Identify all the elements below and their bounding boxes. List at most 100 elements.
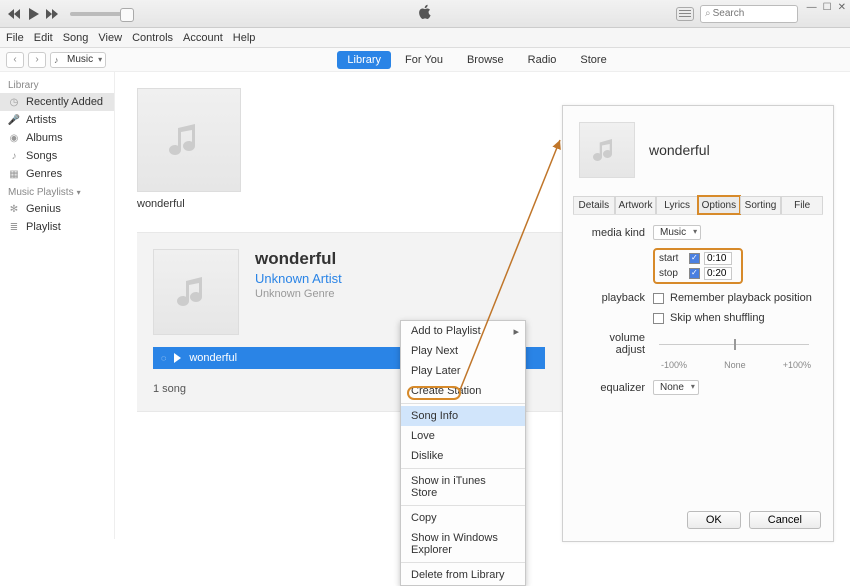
forward-button[interactable]: ›	[28, 52, 46, 68]
prev-button[interactable]	[6, 7, 24, 21]
tab-browse[interactable]: Browse	[457, 51, 514, 69]
volume-slider[interactable]	[70, 12, 134, 16]
cancel-button[interactable]: Cancel	[749, 511, 821, 529]
play-icon	[174, 353, 181, 363]
sidebar-item-label: Playlist	[26, 221, 61, 233]
info-tab-file[interactable]: File	[781, 196, 823, 214]
menu-edit[interactable]: Edit	[34, 32, 53, 44]
ctx-delete-from-library[interactable]: Delete from Library	[401, 565, 525, 585]
info-tab-details[interactable]: Details	[573, 196, 615, 214]
ctx-love[interactable]: Love	[401, 426, 525, 446]
close-button[interactable]: ✕	[838, 2, 846, 13]
ctx-copy[interactable]: Copy	[401, 508, 525, 528]
sidebar-item-genius[interactable]: ✻ Genius	[0, 200, 114, 218]
start-label: start	[659, 253, 685, 264]
stop-input[interactable]	[704, 267, 732, 280]
disc-icon: ◉	[8, 133, 20, 144]
ctx-play-later[interactable]: Play Later	[401, 361, 525, 381]
track-label: wonderful	[189, 352, 237, 364]
media-kind-select[interactable]: Music	[653, 225, 701, 240]
minimize-button[interactable]: —	[807, 2, 817, 13]
ctx-song-info[interactable]: Song Info	[401, 406, 525, 426]
mic-icon: 🎤	[8, 115, 20, 126]
detail-genre: Unknown Genre	[255, 288, 342, 300]
remember-checkbox[interactable]	[653, 293, 664, 304]
info-tab-options[interactable]: Options	[698, 196, 740, 214]
sidebar-item-genres[interactable]: ▦ Genres	[0, 165, 114, 183]
start-checkbox[interactable]	[689, 253, 700, 264]
start-input[interactable]	[704, 252, 732, 265]
sidebar-item-label: Artists	[26, 114, 57, 126]
sidebar: Library ◷ Recently Added 🎤 Artists ◉Albums ♪ S…	[0, 72, 115, 539]
ctx-show-in-itunes-store[interactable]: Show in iTunes Store	[401, 471, 525, 503]
tab-library[interactable]: Library	[337, 51, 391, 69]
info-album-tile	[579, 122, 635, 178]
next-button[interactable]	[44, 7, 62, 21]
sidebar-item-label: Genius	[26, 203, 61, 215]
sidebar-item-label: Genres	[26, 168, 62, 180]
ctx-play-next[interactable]: Play Next	[401, 341, 525, 361]
menu-controls[interactable]: Controls	[132, 32, 173, 44]
search-icon: ⌕	[705, 8, 711, 19]
search-input[interactable]: ⌕	[700, 5, 798, 23]
library-selector[interactable]: Music	[50, 52, 106, 68]
sidebar-item-songs[interactable]: ♪ Songs	[0, 147, 114, 165]
atom-icon: ✻	[8, 204, 20, 215]
menu-account[interactable]: Account	[183, 32, 223, 44]
list-view-icon[interactable]	[676, 7, 694, 21]
menu-view[interactable]: View	[98, 32, 122, 44]
start-stop-group: start stop	[653, 248, 743, 284]
sidebar-item-label: Recently Added	[26, 96, 103, 108]
menu-help[interactable]: Help	[233, 32, 256, 44]
ctx-add-to-playlist[interactable]: Add to Playlist	[401, 321, 525, 341]
sidebar-playlists-head: Music Playlists▾	[0, 183, 114, 200]
sidebar-library-head: Library	[0, 76, 114, 93]
list-icon: ≣	[8, 222, 20, 233]
detail-album-tile	[153, 249, 239, 335]
album-tile[interactable]	[137, 88, 241, 192]
media-kind-label: media kind	[581, 227, 653, 239]
volume-ticks: -100%None+100%	[661, 360, 811, 370]
clock-icon: ◷	[8, 97, 20, 108]
info-tab-sorting[interactable]: Sorting	[740, 196, 782, 214]
song-info-dialog: wonderful DetailsArtworkLyricsOptionsSor…	[562, 105, 834, 542]
menu-song[interactable]: Song	[63, 32, 89, 44]
ctx-create-station[interactable]: Create Station	[401, 381, 525, 401]
titlebar: ⌕ — ☐ ✕	[0, 0, 850, 28]
tab-for-you[interactable]: For You	[395, 51, 453, 69]
equalizer-label: equalizer	[581, 382, 653, 394]
sidebar-item-playlist[interactable]: ≣ Playlist	[0, 218, 114, 236]
info-tab-lyrics[interactable]: Lyrics	[656, 196, 698, 214]
playback-label: playback	[581, 292, 653, 304]
sidebar-item-albums[interactable]: ◉Albums	[0, 129, 114, 147]
ctx-show-in-windows-explorer[interactable]: Show in Windows Explorer	[401, 528, 525, 560]
grid-icon: ▦	[8, 169, 20, 180]
volume-adjust-slider[interactable]	[659, 344, 809, 345]
ctx-dislike[interactable]: Dislike	[401, 446, 525, 466]
info-tab-artwork[interactable]: Artwork	[615, 196, 657, 214]
stop-checkbox[interactable]	[689, 268, 700, 279]
maximize-button[interactable]: ☐	[823, 2, 832, 13]
ok-button[interactable]: OK	[687, 511, 741, 529]
tab-radio[interactable]: Radio	[518, 51, 567, 69]
music-note-icon	[176, 272, 216, 312]
skip-checkbox[interactable]	[653, 313, 664, 324]
skip-label: Skip when shuffling	[670, 312, 765, 324]
stop-label: stop	[659, 268, 685, 279]
remember-label: Remember playback position	[670, 292, 812, 304]
apple-logo-icon	[418, 4, 432, 23]
note-icon: ♪	[8, 151, 20, 162]
music-note-icon	[592, 135, 622, 165]
context-menu: Add to PlaylistPlay NextPlay LaterCreate…	[400, 320, 526, 586]
tab-store[interactable]: Store	[570, 51, 616, 69]
sidebar-item-recently-added[interactable]: ◷ Recently Added	[0, 93, 114, 111]
music-note-icon	[167, 118, 211, 162]
equalizer-select[interactable]: None	[653, 380, 699, 395]
sidebar-item-artists[interactable]: 🎤 Artists	[0, 111, 114, 129]
play-button[interactable]	[26, 7, 42, 21]
menu-file[interactable]: File	[6, 32, 24, 44]
back-button[interactable]: ‹	[6, 52, 24, 68]
sidebar-item-label: Songs	[26, 150, 57, 162]
detail-artist[interactable]: Unknown Artist	[255, 271, 342, 286]
volume-adjust-label: volume adjust	[581, 332, 653, 356]
